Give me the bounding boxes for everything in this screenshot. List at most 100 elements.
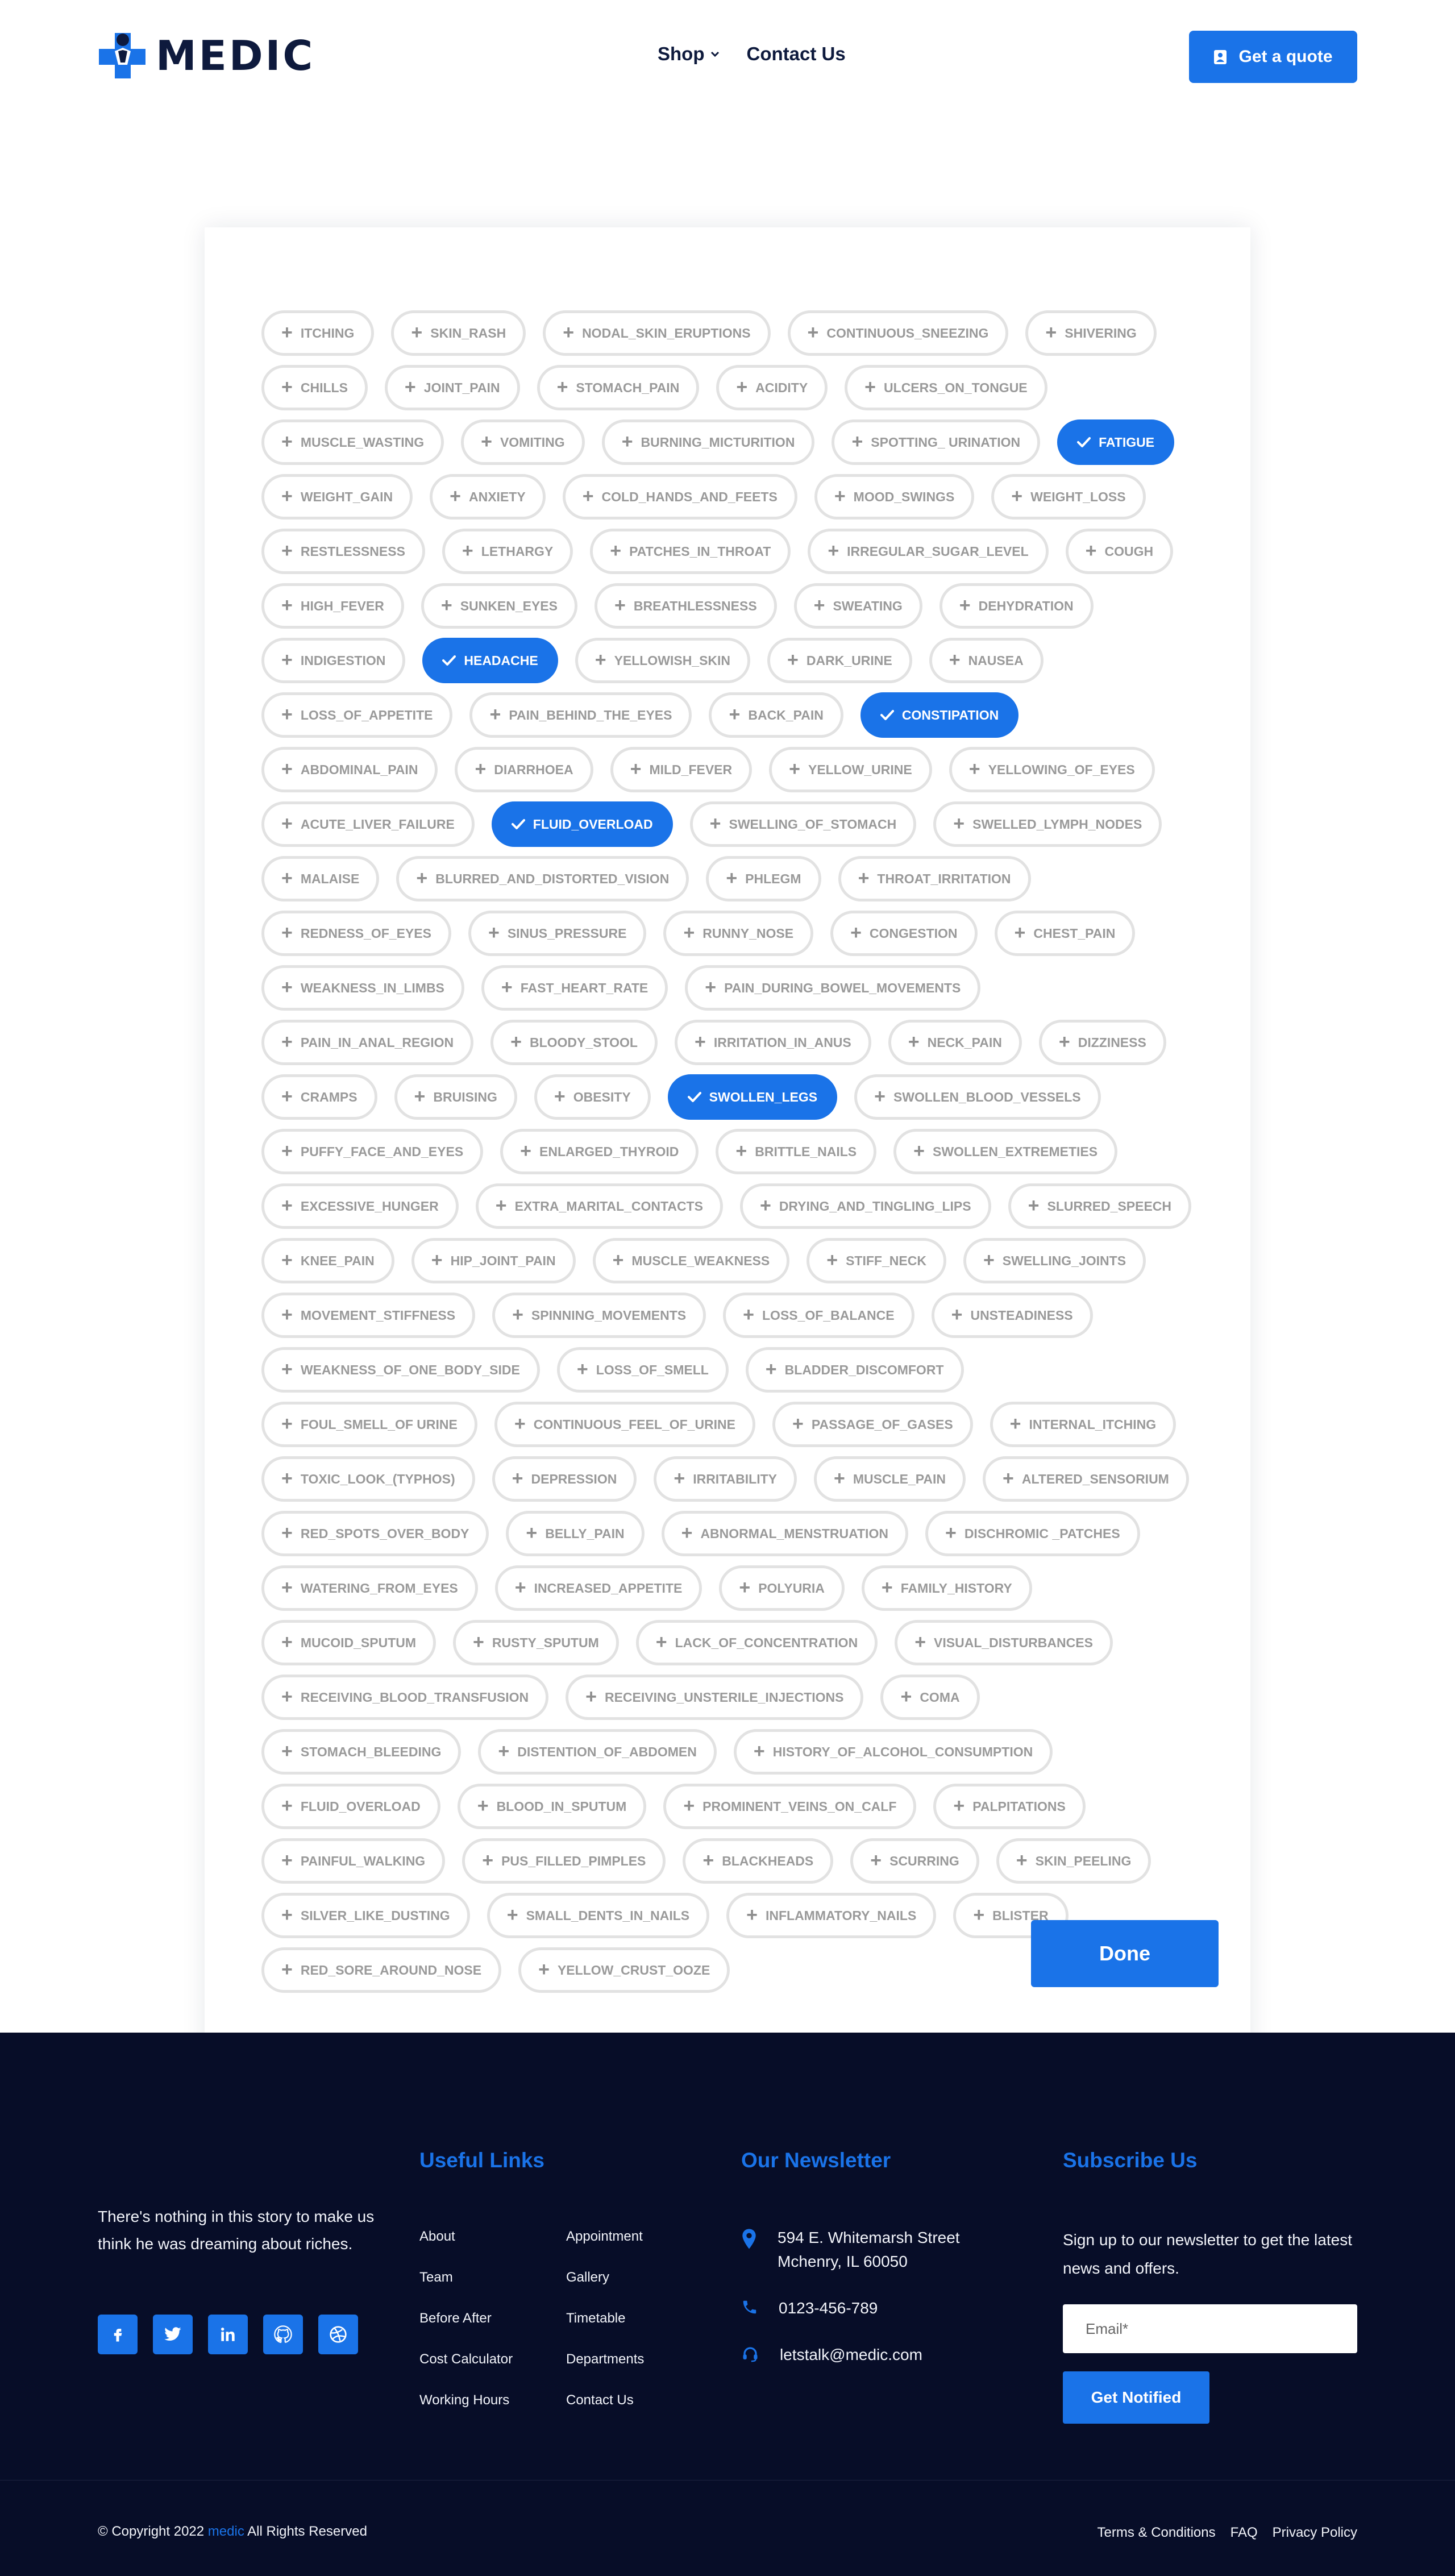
symptom-chip[interactable]: HEADACHE [422, 638, 558, 683]
privacy-policy-link[interactable]: Privacy Policy [1273, 2525, 1357, 2541]
symptom-chip[interactable]: + YELLOWISH_SKIN [575, 638, 751, 683]
symptom-chip[interactable]: + ENLARGED_THYROID [500, 1129, 699, 1174]
symptom-chip[interactable]: + SWEATING [793, 583, 922, 629]
symptom-chip[interactable]: + SLURRED_SPEECH [1008, 1183, 1192, 1229]
symptom-chip[interactable]: + WATERING_FROM_EYES [261, 1565, 478, 1611]
nav-shop[interactable]: Shop [658, 43, 720, 65]
symptom-chip[interactable]: + TOXIC_LOOK_(TYPHOS) [261, 1456, 475, 1502]
symptom-chip[interactable]: + DIARRHOEA [455, 747, 593, 792]
symptom-chip[interactable]: + ITCHING [261, 310, 375, 356]
symptom-chip[interactable]: CONSTIPATION [860, 692, 1019, 738]
symptom-chip[interactable]: + YELLOW_URINE [769, 747, 932, 792]
symptom-chip[interactable]: + THROAT_IRRITATION [838, 856, 1031, 901]
symptom-chip[interactable]: SWOLLEN_LEGS [667, 1074, 838, 1120]
symptom-chip[interactable]: + MOVEMENT_STIFFNESS [261, 1293, 476, 1338]
github-icon[interactable] [263, 2315, 303, 2354]
symptom-chip[interactable]: + RUNNY_NOSE [663, 911, 814, 956]
symptom-chip[interactable]: + ANXIETY [430, 474, 546, 520]
symptom-chip[interactable]: + REDNESS_OF_EYES [261, 911, 451, 956]
symptom-chip[interactable]: + LACK_OF_CONCENTRATION [635, 1620, 878, 1665]
symptom-chip[interactable]: + PAIN_IN_ANAL_REGION [261, 1020, 474, 1065]
symptom-chip[interactable]: + BLOOD_IN_SPUTUM [457, 1784, 647, 1829]
symptom-chip[interactable]: + RED_SPOTS_OVER_BODY [261, 1511, 489, 1556]
symptom-chip[interactable]: + SMALL_DENTS_IN_NAILS [487, 1893, 710, 1938]
symptom-chip[interactable]: + ACIDITY [716, 365, 828, 410]
get-notified-button[interactable]: Get Notified [1063, 2371, 1209, 2424]
symptom-chip[interactable]: + BACK_PAIN [709, 692, 843, 738]
symptom-chip[interactable]: + POLYURIA [719, 1565, 845, 1611]
terms-link[interactable]: Terms & Conditions [1098, 2525, 1216, 2541]
symptom-chip[interactable]: + FLUID_OVERLOAD [261, 1784, 440, 1829]
phone-text[interactable]: 0123-456-789 [779, 2296, 878, 2320]
symptom-chip[interactable]: + LETHARGY [442, 529, 573, 574]
symptom-chip[interactable]: + PUS_FILLED_PIMPLES [462, 1838, 666, 1884]
symptom-chip[interactable]: + HIGH_FEVER [261, 583, 404, 629]
symptom-chip[interactable]: + MUSCLE_PAIN [813, 1456, 966, 1502]
symptom-chip[interactable]: + PALPITATIONS [933, 1784, 1086, 1829]
email-text[interactable]: letstalk@medic.com [780, 2343, 922, 2367]
symptom-chip[interactable]: + PAIN_DURING_BOWEL_MOVEMENTS [685, 965, 981, 1011]
newsletter-email-input[interactable] [1063, 2304, 1357, 2353]
symptom-chip[interactable]: + SKIN_PEELING [996, 1838, 1151, 1884]
symptom-chip[interactable]: + IRREGULAR_SUGAR_LEVEL [808, 529, 1049, 574]
symptom-chip[interactable]: + FAMILY_HISTORY [861, 1565, 1032, 1611]
symptom-chip[interactable]: + HISTORY_OF_ALCOHOL_CONSUMPTION [733, 1729, 1053, 1775]
symptom-chip[interactable]: + CONTINUOUS_SNEEZING [787, 310, 1009, 356]
symptom-chip[interactable]: + SWELLED_LYMPH_NODES [933, 801, 1162, 847]
nav-contact-us[interactable]: Contact Us [746, 43, 845, 65]
symptom-chip[interactable]: + WEAKNESS_OF_ONE_BODY_SIDE [261, 1347, 540, 1393]
symptom-chip[interactable]: + BLOODY_STOOL [490, 1020, 658, 1065]
symptom-chip[interactable]: + SWELLING_OF_STOMACH [689, 801, 917, 847]
symptom-chip[interactable]: + SUNKEN_EYES [421, 583, 577, 629]
symptom-chip[interactable]: + MUSCLE_WASTING [261, 419, 444, 465]
symptom-chip[interactable]: + RECEIVING_UNSTERILE_INJECTIONS [566, 1675, 864, 1720]
symptom-chip[interactable]: + BRITTLE_NAILS [716, 1129, 877, 1174]
symptom-chip[interactable]: + CRAMPS [261, 1074, 377, 1120]
symptom-chip[interactable]: + COMA [880, 1675, 980, 1720]
symptom-chip[interactable]: FATIGUE [1057, 419, 1175, 465]
symptom-chip[interactable]: + MUSCLE_WEAKNESS [592, 1238, 790, 1283]
symptom-chip[interactable]: + BRUISING [394, 1074, 517, 1120]
symptom-chip[interactable]: + NECK_PAIN [888, 1020, 1022, 1065]
symptom-chip[interactable]: + CONTINUOUS_FEEL_OF_URINE [494, 1402, 755, 1447]
symptom-chip[interactable]: + PASSAGE_OF_GASES [772, 1402, 973, 1447]
symptom-chip[interactable]: + DIZZINESS [1038, 1020, 1166, 1065]
symptom-chip[interactable]: + INDIGESTION [261, 638, 406, 683]
symptom-chip[interactable]: + BLACKHEADS [683, 1838, 834, 1884]
symptom-chip[interactable]: + BLURRED_AND_DISTORTED_VISION [396, 856, 689, 901]
symptom-chip[interactable]: + BLADDER_DISCOMFORT [745, 1347, 964, 1393]
symptom-chip[interactable]: + KNEE_PAIN [261, 1238, 394, 1283]
faq-link[interactable]: FAQ [1230, 2525, 1258, 2541]
symptom-chip[interactable]: + MOOD_SWINGS [814, 474, 975, 520]
symptom-chip[interactable]: + MUCOID_SPUTUM [261, 1620, 436, 1665]
symptom-chip[interactable]: + SPOTTING_ URINATION [832, 419, 1041, 465]
symptom-chip[interactable]: + RUSTY_SPUTUM [453, 1620, 619, 1665]
symptom-chip[interactable]: + YELLOWING_OF_EYES [949, 747, 1155, 792]
twitter-icon[interactable] [153, 2315, 193, 2354]
symptom-chip[interactable]: + ALTERED_SENSORIUM [983, 1456, 1189, 1502]
symptom-chip[interactable]: + PAINFUL_WALKING [261, 1838, 446, 1884]
symptom-chip[interactable]: + SWELLING_JOINTS [963, 1238, 1146, 1283]
symptom-chip[interactable]: + SINUS_PRESSURE [468, 911, 647, 956]
symptom-chip[interactable]: + STOMACH_BLEEDING [261, 1729, 462, 1775]
symptom-chip[interactable]: + HIP_JOINT_PAIN [411, 1238, 576, 1283]
footer-link-contact-us[interactable]: Contact Us [566, 2393, 644, 2408]
done-button[interactable]: Done [1031, 1920, 1219, 1987]
footer-link-appointment[interactable]: Appointment [566, 2229, 644, 2244]
symptom-chip[interactable]: + SPINNING_MOVEMENTS [492, 1293, 706, 1338]
copyright-brand-link[interactable]: medic [208, 2524, 244, 2539]
symptom-chip[interactable]: + DRYING_AND_TINGLING_LIPS [739, 1183, 991, 1229]
footer-link-cost-calculator[interactable]: Cost Calculator [419, 2352, 513, 2367]
symptom-chip[interactable]: + PROMINENT_VEINS_ON_CALF [663, 1784, 917, 1829]
symptom-chip[interactable]: + PUFFY_FACE_AND_EYES [261, 1129, 484, 1174]
symptom-chip[interactable]: + SHIVERING [1025, 310, 1157, 356]
symptom-chip[interactable]: + COLD_HANDS_AND_FEETS [562, 474, 797, 520]
symptom-chip[interactable]: + PATCHES_IN_THROAT [590, 529, 791, 574]
symptom-chip[interactable]: + STOMACH_PAIN [537, 365, 700, 410]
symptom-chip[interactable]: + INTERNAL_ITCHING [990, 1402, 1177, 1447]
symptom-chip[interactable]: + PAIN_BEHIND_THE_EYES [469, 692, 692, 738]
facebook-icon[interactable] [98, 2315, 138, 2354]
linkedin-icon[interactable] [208, 2315, 248, 2354]
symptom-chip[interactable]: + BREATHLESSNESS [594, 583, 777, 629]
footer-link-departments[interactable]: Departments [566, 2352, 644, 2367]
